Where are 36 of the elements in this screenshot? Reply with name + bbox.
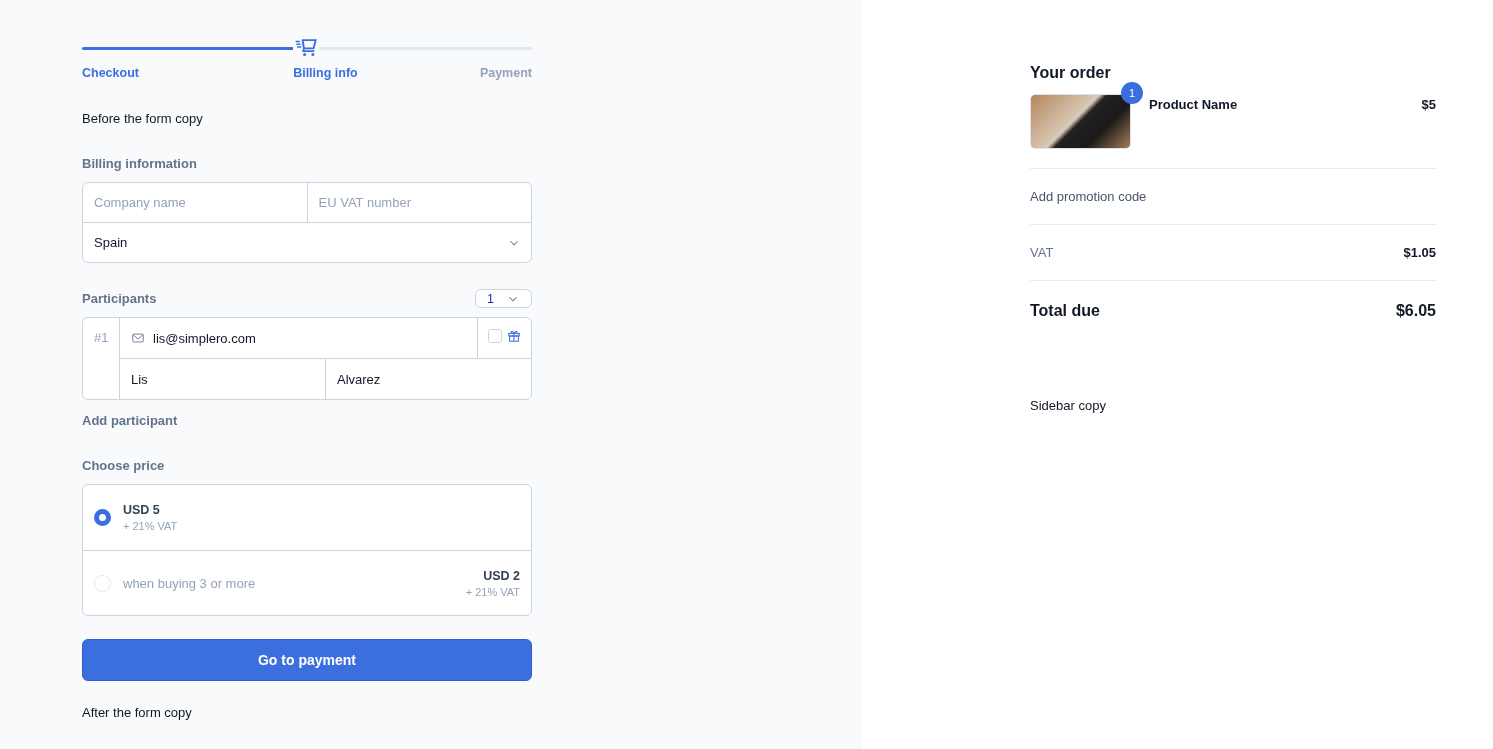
- order-heading: Your order: [1030, 64, 1112, 82]
- section-heading: Participants: [82, 291, 157, 306]
- step-label[interactable]: Billing info: [293, 66, 358, 80]
- first-name-field[interactable]: Lis: [120, 359, 325, 399]
- section-heading: Choose price: [82, 458, 166, 473]
- promo-code-link[interactable]: Add promotion code: [1030, 189, 1147, 204]
- price-radio[interactable]: [94, 509, 111, 526]
- vat-note: + 21% VAT: [123, 520, 178, 532]
- step-label[interactable]: Checkout: [82, 66, 139, 80]
- total-value: $6.05: [1395, 302, 1436, 320]
- product-price: $5: [1421, 97, 1436, 112]
- participant-count-select[interactable]: 1: [475, 289, 532, 308]
- gift-checkbox[interactable]: [488, 329, 502, 343]
- gift-icon: [507, 329, 521, 343]
- go-to-payment-button[interactable]: Go to payment: [82, 639, 532, 681]
- vat-note: + 21% VAT: [465, 585, 520, 598]
- participant-number: #1: [83, 318, 120, 399]
- vat-number-field[interactable]: EU VAT number: [306, 183, 531, 222]
- price-amount: USD 5: [123, 503, 161, 517]
- quantity-badge: 1: [1121, 82, 1143, 104]
- product-name: Product Name: [1149, 97, 1238, 112]
- sidebar-text: Sidebar copy: [1030, 398, 1107, 413]
- country-select[interactable]: Spain: [83, 222, 531, 262]
- last-name-field[interactable]: Alvarez: [325, 359, 531, 399]
- add-participant-link[interactable]: Add participant: [82, 413, 178, 428]
- section-heading: Billing information: [82, 156, 198, 171]
- price-condition: when buying 3 or more: [123, 575, 256, 591]
- total-label: Total due: [1030, 302, 1100, 320]
- envelope-icon: [131, 331, 145, 345]
- vat-label: VAT: [1030, 245, 1054, 260]
- email-field[interactable]: lis@simplero.com: [120, 318, 477, 358]
- vat-value: $1.05: [1403, 245, 1436, 260]
- price-amount: USD 2: [483, 568, 520, 583]
- company-name-field[interactable]: Company name: [83, 183, 307, 222]
- intro-text: Before the form copy: [82, 111, 204, 126]
- outro-text: After the form copy: [82, 705, 193, 720]
